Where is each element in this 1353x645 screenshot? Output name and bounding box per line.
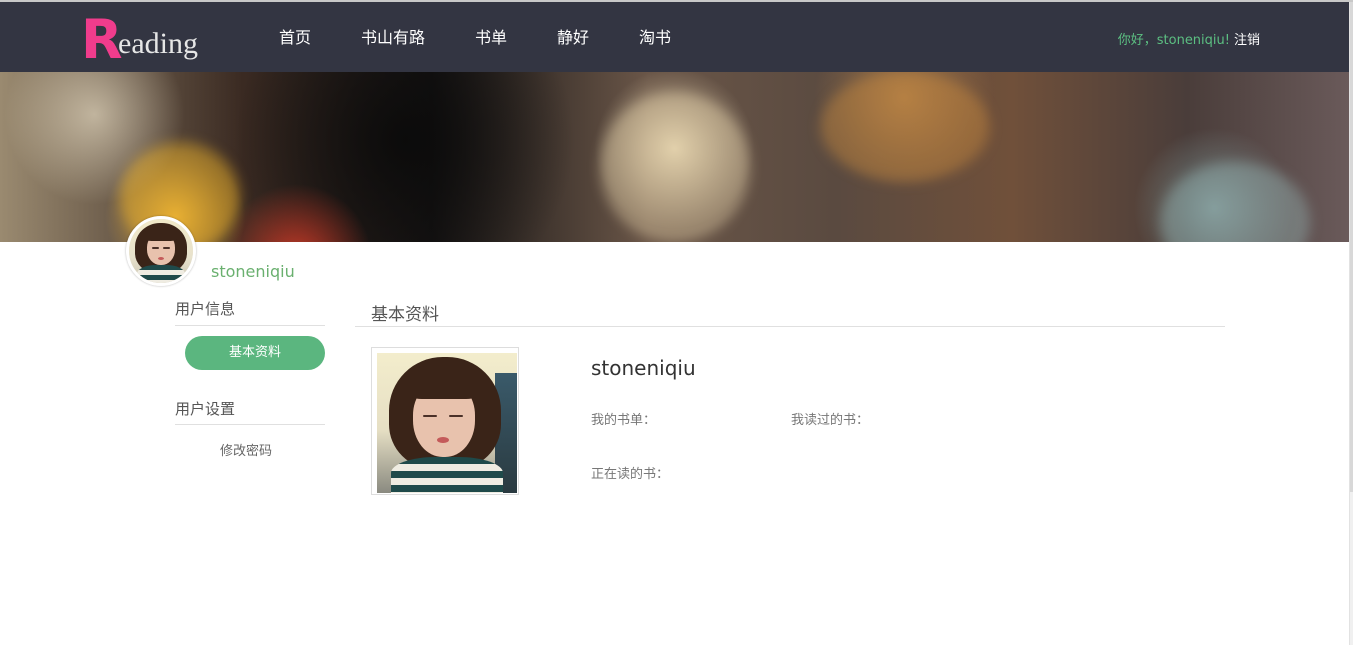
profile-username: stoneniqiu xyxy=(211,262,295,281)
logo-initial: R xyxy=(81,8,123,71)
profile-name: stoneniqiu xyxy=(591,356,696,380)
section-title: 基本资料 xyxy=(371,305,439,325)
nav-item-home[interactable]: 首页 xyxy=(279,28,311,48)
user-greeting: 你好，stoneniqiu! 注销 xyxy=(1118,33,1260,49)
profile-photo xyxy=(377,353,517,493)
sidebar-section-user-settings: 用户设置 xyxy=(175,400,236,418)
logout-link[interactable]: 注销 xyxy=(1234,33,1260,48)
bokeh-light xyxy=(600,92,750,242)
sidebar-section-user-info: 用户信息 xyxy=(175,300,236,318)
bokeh-light xyxy=(820,72,990,182)
nav-item-jinghao[interactable]: 静好 xyxy=(557,28,589,48)
user-avatar[interactable] xyxy=(126,216,196,286)
profile-banner xyxy=(0,72,1349,242)
scrollbar[interactable] xyxy=(1349,2,1353,645)
avatar-image xyxy=(129,219,193,283)
top-navbar: R eading 首页 书山有路 书单 静好 淘书 你好，stoneniqiu!… xyxy=(0,2,1349,72)
sidebar-item-basic-info[interactable]: 基本资料 xyxy=(185,336,325,370)
sidebar-divider xyxy=(175,424,325,425)
section-divider xyxy=(355,326,1225,327)
nav-item-taoshu[interactable]: 淘书 xyxy=(639,28,671,48)
currently-reading-label: 正在读的书： xyxy=(591,467,670,482)
books-read-label: 我读过的书： xyxy=(791,413,870,428)
bokeh-light xyxy=(1160,162,1310,242)
sidebar-item-change-password[interactable]: 修改密码 xyxy=(185,443,307,461)
greeting-text: 你好，stoneniqiu! xyxy=(1117,33,1230,48)
profile-photo-frame xyxy=(371,347,519,495)
logo-text: eading xyxy=(118,27,198,60)
my-booklist-label: 我的书单： xyxy=(591,413,657,428)
nav-item-shushan[interactable]: 书山有路 xyxy=(361,28,425,48)
nav-item-booklist[interactable]: 书单 xyxy=(475,28,507,48)
sidebar-divider xyxy=(175,325,325,326)
